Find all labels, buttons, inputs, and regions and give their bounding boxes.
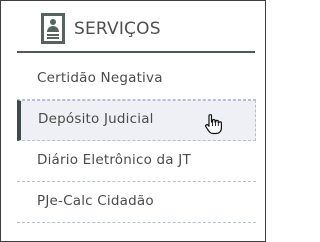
services-header: SERVIÇOS <box>17 10 255 53</box>
menu-item-label: Certidão Negativa <box>37 70 163 86</box>
menu-item-certidao-negativa[interactable]: Certidão Negativa <box>17 59 256 100</box>
menu-item-label: Diário Eletrônico da JT <box>37 152 191 168</box>
menu-item-deposito-judicial[interactable]: Depósito Judicial <box>17 100 256 141</box>
hand-pointer-icon <box>205 114 222 135</box>
profile-document-icon <box>41 13 65 44</box>
services-title: SERVIÇOS <box>74 19 161 39</box>
services-panel: SERVIÇOS Certidão Negativa Depósito Judi… <box>0 0 266 242</box>
menu-item-label: Depósito Judicial <box>38 111 154 127</box>
menu-item-label: PJe-Calc Cidadão <box>37 193 154 209</box>
menu-item-diario-eletronico[interactable]: Diário Eletrônico da JT <box>17 141 256 182</box>
menu-item-pje-calc[interactable]: PJe-Calc Cidadão <box>17 182 256 223</box>
services-menu: Certidão Negativa Depósito Judicial Diár… <box>17 59 256 223</box>
